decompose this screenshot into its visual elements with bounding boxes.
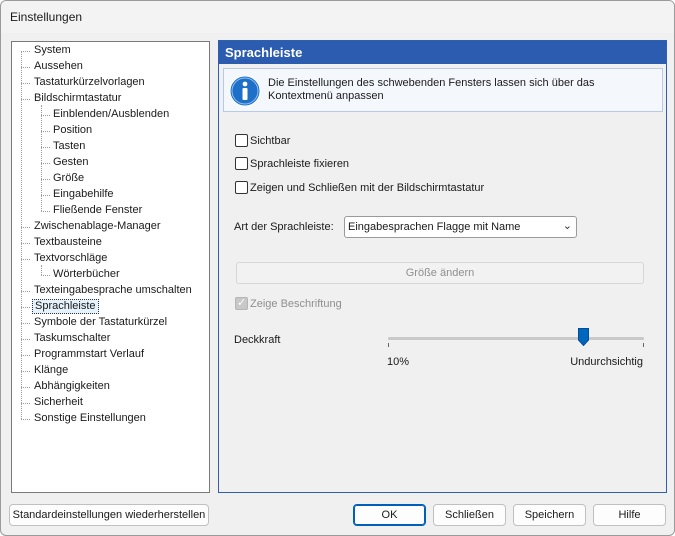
tree-item-bildschirmtastatur[interactable]: Bildschirmtastatur [32,91,123,106]
checkbox-pin-bar-box[interactable] [235,157,248,170]
tree-item-sicherheit[interactable]: Sicherheit [32,395,85,410]
tree-connector [21,403,30,404]
tree-connector [21,323,30,324]
tree-item-wörterbücher[interactable]: Wörterbücher [51,267,122,282]
checkbox-show-caption-label: Zeige Beschriftung [250,298,342,310]
tree-connector [41,195,50,196]
opacity-min-label: 10% [387,356,410,368]
tree-connector [21,259,30,260]
tree-item-textvorschläge[interactable]: Textvorschläge [32,251,109,266]
tree-item-aussehen[interactable]: Aussehen [32,59,85,74]
tree-item-größe[interactable]: Größe [51,171,86,186]
checkbox-pin-bar-label: Sprachleiste fixieren [250,158,350,170]
tree-item-taskumschalter[interactable]: Taskumschalter [32,331,112,346]
tree-item-sprachleiste[interactable]: Sprachleiste [32,299,99,314]
tree-item-tastaturkürzelvorlagen[interactable]: Tastaturkürzelvorlagen [32,75,147,90]
tree-item-texteingabesprache-umschalten[interactable]: Texteingabesprache umschalten [32,283,194,298]
tree-connector [21,51,22,419]
tree-connector [21,99,30,100]
tree-connector [41,105,42,211]
title-bar: Einstellungen [1,1,674,33]
tree-connector [21,291,30,292]
tree-item-gesten[interactable]: Gesten [51,155,90,170]
bar-type-value: Eingabesprachen Flagge mit Name [348,221,521,233]
tree-connector [21,355,30,356]
tree-item-eingabehilfe[interactable]: Eingabehilfe [51,187,116,202]
info-icon [229,75,261,107]
opacity-label: Deckkraft [234,334,281,346]
tree-connector [21,243,30,244]
tree-connector [41,275,50,276]
window-title: Einstellungen [10,10,83,24]
ok-button[interactable]: OK [353,504,426,526]
tree-connector [21,227,30,228]
help-button[interactable]: Hilfe [593,504,666,526]
resize-button[interactable]: Größe ändern [236,262,644,284]
tree-connector [41,179,50,180]
info-box: Die Einstellungen des schwebenden Fenste… [223,68,663,112]
info-text: Die Einstellungen des schwebenden Fenste… [268,77,595,102]
checkbox-show-caption-box[interactable]: ✓ [235,297,248,310]
tree-connector [41,265,42,275]
bar-type-select[interactable]: Eingabesprachen Flagge mit Name ⌄ [344,216,577,238]
close-button[interactable]: Schließen [433,504,506,526]
tree-item-textbausteine[interactable]: Textbausteine [32,235,104,250]
checkbox-pin-bar[interactable]: Sprachleiste fixieren [235,157,349,173]
checkbox-visible-box[interactable] [235,134,248,147]
slider-tick [643,343,644,347]
tree-item-klänge[interactable]: Klänge [32,363,70,378]
save-button[interactable]: Speichern [513,504,586,526]
tree-item-system[interactable]: System [32,43,73,58]
tree-connector [21,67,30,68]
checkbox-show-with-keyboard-label: Zeigen und Schließen mit der Bildschirmt… [250,182,485,194]
tree-item-zwischenablage-manager[interactable]: Zwischenablage-Manager [32,219,163,234]
tree-connector [41,163,50,164]
tree-item-programmstart-verlauf[interactable]: Programmstart Verlauf [32,347,146,362]
opacity-max-label: Undurchsichtig [570,356,643,368]
tree-connector [41,115,50,116]
tree-item-sonstige-einstellungen[interactable]: Sonstige Einstellungen [32,411,148,426]
slider-tick [388,343,389,347]
tree-item-symbole-der-tastaturkürzel[interactable]: Symbole der Tastaturkürzel [32,315,169,330]
panel-title: Sprachleiste [219,41,666,64]
tree-connector [21,51,30,52]
opacity-slider-ticks [388,343,644,347]
bar-type-label: Art der Sprachleiste: [234,221,334,233]
tree-connector [21,419,30,420]
restore-defaults-button[interactable]: Standardeinstellungen wiederherstellen [9,504,209,526]
checkbox-show-with-keyboard[interactable]: Zeigen und Schließen mit der Bildschirmt… [235,181,484,197]
tree-item-fließende-fenster[interactable]: Fließende Fenster [51,203,144,218]
settings-window: Einstellungen System Aussehen Tastaturkürz… [0,0,675,536]
tree-connector [41,211,50,212]
opacity-slider-track[interactable] [388,337,644,340]
checkbox-show-with-keyboard-box[interactable] [235,181,248,194]
tree-connector [21,83,30,84]
tree-connector [21,339,30,340]
tree-connector [21,307,30,308]
tree-item-einblenden-ausblenden[interactable]: Einblenden/Ausblenden [51,107,171,122]
checkbox-visible[interactable]: Sichtbar [235,134,290,150]
tree-connector [21,371,30,372]
tree-item-abhängigkeiten[interactable]: Abhängigkeiten [32,379,112,394]
tree-connector [21,387,30,388]
chevron-down-icon: ⌄ [562,220,572,232]
settings-tree[interactable]: System Aussehen Tastaturkürzelvorlagen Bild… [11,41,210,493]
tree-connector [41,147,50,148]
tree-item-tasten[interactable]: Tasten [51,139,87,154]
checkmark-icon: ✓ [237,297,247,309]
checkbox-visible-label: Sichtbar [250,135,291,147]
checkbox-show-caption[interactable]: ✓ Zeige Beschriftung [235,297,342,313]
settings-panel: Sprachleiste Die Einstellungen des schwe… [218,40,667,493]
opacity-slider-thumb[interactable] [577,328,589,346]
tree-connector [41,131,50,132]
tree-item-position[interactable]: Position [51,123,94,138]
